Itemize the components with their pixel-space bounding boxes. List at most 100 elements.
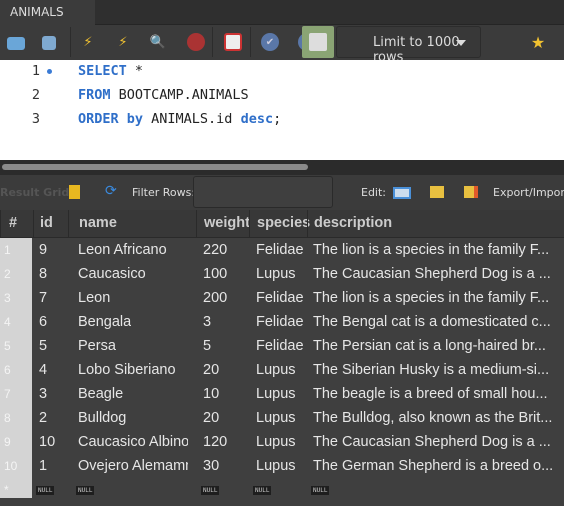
cell-weight[interactable]: 5 bbox=[203, 338, 211, 354]
editor-line[interactable]: 3 ORDER by ANIMALS.id desc; bbox=[0, 111, 564, 135]
cell-species[interactable]: Lupus bbox=[256, 458, 296, 474]
cell-species[interactable]: Lupus bbox=[256, 362, 296, 378]
null-badge[interactable]: NULL bbox=[311, 486, 330, 495]
edit-pencil-icon[interactable] bbox=[393, 187, 411, 199]
sql-editor[interactable]: 1 SELECT * 2 FROM BOOTCAMP.ANIMALS 3 ORDER by… bbox=[0, 60, 564, 160]
row-number[interactable]: 10 bbox=[0, 454, 32, 478]
cell-id[interactable]: 2 bbox=[39, 410, 47, 426]
column-header-description[interactable]: description bbox=[307, 210, 392, 238]
open-folder-icon[interactable] bbox=[7, 37, 25, 50]
cell-species[interactable]: Felidae bbox=[256, 242, 304, 258]
cell-id[interactable]: 1 bbox=[39, 458, 47, 474]
cell-weight[interactable]: 220 bbox=[203, 242, 227, 258]
row-number[interactable]: 9 bbox=[0, 430, 32, 454]
column-header-rownum[interactable]: # bbox=[0, 210, 17, 238]
null-badge[interactable]: NULL bbox=[76, 486, 95, 495]
cell-description[interactable]: The lion is a species in the family F... bbox=[313, 242, 549, 258]
save-icon[interactable] bbox=[42, 36, 56, 50]
table-row[interactable]: 10 1 Ovejero Alemamn 30 Lupus The German Shep… bbox=[0, 454, 564, 478]
cell-description[interactable]: The Bulldog, also known as the Brit... bbox=[313, 410, 552, 426]
cell-id[interactable]: 6 bbox=[39, 314, 47, 330]
cell-name[interactable]: Ovejero Alemamn bbox=[78, 458, 188, 474]
cell-id[interactable]: 7 bbox=[39, 290, 47, 306]
cell-name[interactable]: Leon Africano bbox=[78, 242, 167, 258]
cell-description[interactable]: The Siberian Husky is a medium-si... bbox=[313, 362, 549, 378]
row-number[interactable]: 5 bbox=[0, 334, 32, 358]
cell-name[interactable]: Bulldog bbox=[78, 410, 126, 426]
row-number[interactable]: 8 bbox=[0, 406, 32, 430]
export-import-label[interactable]: Export/Import bbox=[493, 186, 564, 199]
delete-row-icon[interactable] bbox=[464, 186, 478, 198]
cell-description[interactable]: The Bengal cat is a domesticated c... bbox=[313, 314, 551, 330]
column-header-name[interactable]: name bbox=[68, 210, 117, 238]
cell-name[interactable]: Beagle bbox=[78, 386, 123, 402]
row-number[interactable]: 6 bbox=[0, 358, 32, 382]
scrollbar-thumb[interactable] bbox=[2, 164, 308, 170]
cell-weight[interactable]: 100 bbox=[203, 266, 227, 282]
column-header-species[interactable]: species bbox=[249, 210, 310, 238]
null-badge[interactable]: NULL bbox=[253, 486, 272, 495]
table-row[interactable]: 2 8 Caucasico 100 Lupus The Caucasian Shepher… bbox=[0, 262, 564, 286]
cell-species[interactable]: Lupus bbox=[256, 410, 296, 426]
row-number[interactable]: 1 bbox=[0, 238, 32, 262]
row-number[interactable]: 2 bbox=[0, 262, 32, 286]
execute-lightning-icon[interactable]: ⚡ bbox=[79, 33, 97, 51]
table-row[interactable]: 9 10 Caucasico Albino 120 Lupus The Caucasian… bbox=[0, 430, 564, 454]
autocommit-toggle[interactable] bbox=[302, 26, 334, 58]
limit-rows-select[interactable]: Limit to 1000 rows bbox=[336, 26, 481, 65]
cell-name[interactable]: Bengala bbox=[78, 314, 131, 330]
filter-rows-input[interactable] bbox=[193, 176, 333, 208]
table-row[interactable]: 3 7 Leon 200 Felidae The lion is a species in… bbox=[0, 286, 564, 310]
toggle-error-icon[interactable] bbox=[224, 33, 242, 51]
table-row[interactable]: 7 3 Beagle 10 Lupus The beagle is a breed of … bbox=[0, 382, 564, 406]
table-row[interactable]: 6 4 Lobo Siberiano 20 Lupus The Siberian Husk… bbox=[0, 358, 564, 382]
column-header-weight[interactable]: weight bbox=[196, 210, 250, 238]
cell-species[interactable]: Felidae bbox=[256, 314, 304, 330]
grid-columns-icon[interactable] bbox=[69, 185, 80, 199]
cell-id[interactable]: 4 bbox=[39, 362, 47, 378]
row-number[interactable]: 3 bbox=[0, 286, 32, 310]
null-badge[interactable]: NULL bbox=[36, 486, 55, 495]
cell-species[interactable]: Lupus bbox=[256, 434, 296, 450]
cell-weight[interactable]: 3 bbox=[203, 314, 211, 330]
cell-species[interactable]: Felidae bbox=[256, 338, 304, 354]
refresh-icon[interactable]: ⟳ bbox=[105, 183, 117, 199]
cell-description[interactable]: The German Shepherd is a breed o... bbox=[313, 458, 553, 474]
null-badge[interactable]: NULL bbox=[201, 486, 220, 495]
cell-weight[interactable]: 30 bbox=[203, 458, 219, 474]
table-row[interactable]: 4 6 Bengala 3 Felidae The Bengal cat is a dom… bbox=[0, 310, 564, 334]
cell-name[interactable]: Persa bbox=[78, 338, 116, 354]
table-row[interactable]: 5 5 Persa 5 Felidae The Persian cat is a long… bbox=[0, 334, 564, 358]
stop-icon[interactable] bbox=[187, 33, 205, 51]
row-number[interactable]: 7 bbox=[0, 382, 32, 406]
horizontal-scrollbar[interactable] bbox=[0, 160, 564, 175]
table-row[interactable]: 8 2 Bulldog 20 Lupus The Bulldog, also known … bbox=[0, 406, 564, 430]
cell-species[interactable]: Lupus bbox=[256, 386, 296, 402]
cell-weight[interactable]: 200 bbox=[203, 290, 227, 306]
cell-weight[interactable]: 20 bbox=[203, 410, 219, 426]
cell-id[interactable]: 9 bbox=[39, 242, 47, 258]
cell-name[interactable]: Leon bbox=[78, 290, 110, 306]
cell-id[interactable]: 10 bbox=[39, 434, 55, 450]
explain-magnifier-icon[interactable]: 🔍 bbox=[149, 33, 167, 51]
cell-name[interactable]: Caucasico Albino bbox=[78, 434, 188, 450]
cell-weight[interactable]: 120 bbox=[203, 434, 227, 450]
add-row-icon[interactable] bbox=[430, 186, 444, 198]
cell-species[interactable]: Felidae bbox=[256, 290, 304, 306]
cell-id[interactable]: 5 bbox=[39, 338, 47, 354]
cell-description[interactable]: The Caucasian Shepherd Dog is a ... bbox=[313, 434, 551, 450]
editor-line[interactable]: 1 SELECT * bbox=[0, 63, 564, 87]
result-grid-label[interactable]: Result Grid bbox=[0, 186, 69, 199]
cell-description[interactable]: The Persian cat is a long-haired br... bbox=[313, 338, 546, 354]
tab-animals[interactable]: ANIMALS bbox=[0, 0, 95, 25]
cell-id[interactable]: 3 bbox=[39, 386, 47, 402]
execute-current-icon[interactable]: ⚡ bbox=[114, 33, 132, 51]
add-snippet-star-icon[interactable]: ★ bbox=[529, 33, 547, 52]
commit-icon[interactable]: ✔ bbox=[261, 33, 279, 51]
cell-species[interactable]: Lupus bbox=[256, 266, 296, 282]
cell-id[interactable]: 8 bbox=[39, 266, 47, 282]
cell-description[interactable]: The beagle is a breed of small hou... bbox=[313, 386, 548, 402]
cell-weight[interactable]: 10 bbox=[203, 386, 219, 402]
cell-name[interactable]: Lobo Siberiano bbox=[78, 362, 176, 378]
column-header-id[interactable]: id bbox=[33, 210, 53, 238]
